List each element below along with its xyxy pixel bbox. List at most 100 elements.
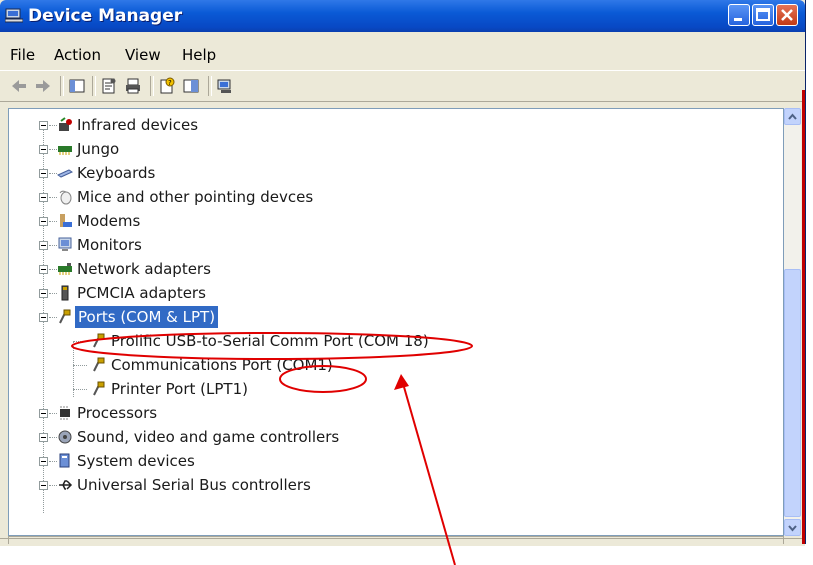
tree-item-label: Network adapters	[77, 260, 211, 278]
collapse-toggle[interactable]	[39, 289, 48, 298]
tree-item-label: Sound, video and game controllers	[77, 428, 340, 446]
tree-item-jungo[interactable]: Jungo	[9, 138, 749, 160]
print-icon[interactable]	[124, 77, 142, 95]
toolbar-separator	[208, 76, 212, 96]
infrared-icon	[59, 117, 72, 131]
close-button[interactable]	[776, 4, 798, 26]
collapse-toggle[interactable]	[39, 241, 48, 250]
minimize-button[interactable]	[728, 4, 750, 26]
close-icon	[781, 9, 793, 21]
menu-bar: File Action View Help	[0, 32, 805, 70]
tree-connector	[49, 317, 57, 318]
tree-item-label: Monitors	[77, 236, 142, 254]
scroll-up-button[interactable]	[784, 108, 801, 125]
device-manager-icon	[5, 8, 23, 23]
tree-connector	[49, 245, 57, 246]
properties-icon[interactable]	[100, 77, 118, 95]
scan-hardware-icon[interactable]	[216, 77, 234, 95]
collapse-toggle[interactable]	[39, 193, 48, 202]
details-icon[interactable]	[182, 77, 200, 95]
tree-item-system-devices[interactable]: System devices	[9, 450, 749, 472]
tree-item-modems[interactable]: Modems	[9, 210, 749, 232]
tree-connector	[73, 341, 87, 342]
tree-item-label: Keyboards	[77, 164, 156, 182]
svg-text:?: ?	[168, 79, 172, 87]
tree-connector	[49, 197, 57, 198]
tree-item-label: Mice and other pointing devces	[77, 188, 314, 206]
scroll-down-button[interactable]	[784, 519, 801, 536]
vertical-scrollbar[interactable]	[784, 108, 801, 536]
tree-item-network-adapters[interactable]: Network adapters	[9, 258, 749, 280]
toolbar-separator	[92, 76, 96, 96]
collapse-toggle[interactable]	[39, 409, 48, 418]
tree-item-mice[interactable]: Mice and other pointing devces	[9, 186, 749, 208]
port-icon	[93, 333, 105, 348]
tree-item-infrared[interactable]: Infrared devices	[9, 114, 749, 136]
tree-item-pcmcia[interactable]: PCMCIA adapters	[9, 282, 749, 304]
sound-icon	[58, 430, 72, 444]
minimize-icon	[734, 18, 742, 21]
collapse-toggle[interactable]	[39, 481, 48, 490]
collapse-toggle[interactable]	[39, 121, 48, 130]
keyboard-icon	[57, 169, 73, 178]
tree-item-label: System devices	[77, 452, 195, 470]
system-icon	[59, 453, 70, 468]
toolbar-separator	[60, 76, 64, 96]
tree-item-printer-port[interactable]: Printer Port (LPT1)	[9, 378, 749, 400]
menu-view[interactable]: View	[125, 46, 161, 64]
port-icon	[59, 309, 71, 324]
collapse-toggle[interactable]	[39, 457, 48, 466]
collapse-toggle[interactable]	[39, 169, 48, 178]
monitor-icon	[58, 237, 72, 251]
tree-connector	[73, 365, 87, 366]
scrollbar-thumb[interactable]	[784, 269, 801, 517]
chevron-up-icon	[788, 113, 797, 120]
collapse-toggle[interactable]	[39, 433, 48, 442]
toolbar: ?	[0, 70, 805, 102]
tree-connector	[49, 461, 57, 462]
collapse-toggle[interactable]	[39, 145, 48, 154]
tree-item-communications-port[interactable]: Communications Port (COM1)	[9, 354, 749, 376]
tree-item-label: Printer Port (LPT1)	[111, 380, 248, 398]
tree-item-label: Communications Port (COM1)	[111, 356, 333, 374]
tree-item-sound[interactable]: Sound, video and game controllers	[9, 426, 749, 448]
tree-item-usb-controllers[interactable]: Universal Serial Bus controllers	[9, 474, 749, 496]
window-title: Device Manager	[28, 6, 183, 26]
chevron-down-icon	[788, 525, 797, 532]
menu-action[interactable]: Action	[54, 46, 101, 64]
tree-item-ports[interactable]: Ports (COM & LPT)	[9, 306, 749, 328]
usb-icon	[59, 480, 73, 490]
console-tree-icon[interactable]	[68, 77, 86, 95]
tree-item-prolific-port[interactable]: Prolific USB-to-Serial Comm Port (COM 18…	[9, 330, 749, 352]
device-manager-window: Device Manager File Action View Help ? I…	[0, 0, 806, 546]
collapse-toggle[interactable]	[39, 265, 48, 274]
back-icon[interactable]	[10, 77, 28, 95]
tree-item-label: Universal Serial Bus controllers	[77, 476, 311, 494]
collapse-toggle[interactable]	[39, 313, 48, 322]
maximize-button[interactable]	[752, 4, 774, 26]
tree-item-processors[interactable]: Processors	[9, 402, 749, 424]
device-tree[interactable]: Infrared devices Jungo Keyboards Mice an…	[8, 108, 784, 536]
tree-connector	[49, 149, 57, 150]
menu-help[interactable]: Help	[182, 46, 216, 64]
status-pane	[8, 536, 784, 544]
toolbar-separator	[150, 76, 154, 96]
tree-item-label: Ports (COM & LPT)	[75, 306, 219, 328]
collapse-toggle[interactable]	[39, 217, 48, 226]
tree-item-monitors[interactable]: Monitors	[9, 234, 749, 256]
network-adapter-icon	[58, 263, 72, 275]
tree-item-label: Jungo	[77, 140, 120, 158]
title-bar[interactable]: Device Manager	[0, 0, 805, 32]
port-icon	[93, 357, 105, 372]
modem-icon	[60, 214, 72, 227]
port-icon	[93, 381, 105, 396]
tree-connector	[49, 269, 57, 270]
tree-connector	[49, 221, 57, 222]
tree-connector	[49, 293, 57, 294]
tree-item-keyboards[interactable]: Keyboards	[9, 162, 749, 184]
tree-item-label: Processors	[77, 404, 158, 422]
menu-file[interactable]: File	[10, 46, 35, 64]
forward-icon[interactable]	[34, 77, 52, 95]
help-icon[interactable]: ?	[158, 77, 176, 95]
tree-connector	[49, 485, 57, 486]
